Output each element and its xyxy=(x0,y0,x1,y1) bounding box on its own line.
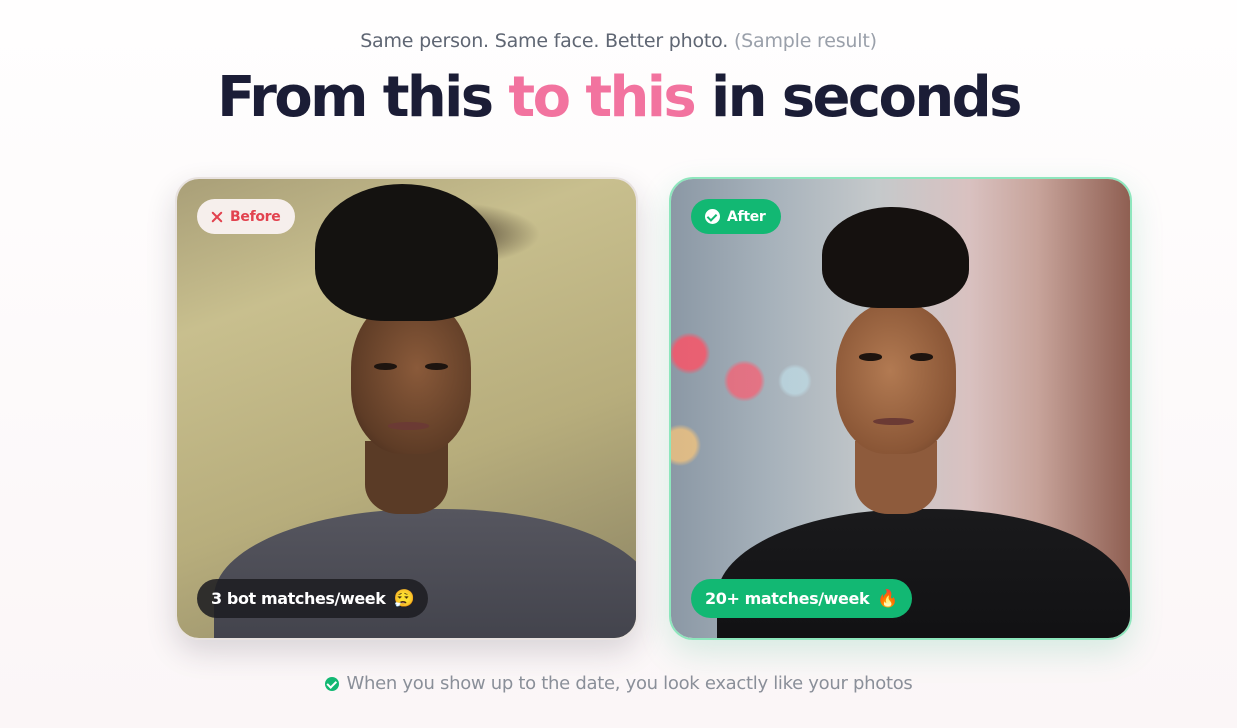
after-card: After 20+ matches/week 🔥 xyxy=(669,177,1132,640)
check-circle-icon xyxy=(705,209,720,224)
page-title: From this to this in seconds xyxy=(0,64,1237,132)
before-tag: Before xyxy=(197,199,296,234)
check-circle-icon xyxy=(324,676,339,691)
footer-note-text: When you show up to the date, you look e… xyxy=(346,673,913,694)
before-card: Before 3 bot matches/week 😮‍💨 xyxy=(175,177,638,640)
headline-part1: From this xyxy=(217,65,509,130)
before-tag-label: Before xyxy=(230,208,281,225)
subtitle-note: (Sample result) xyxy=(733,30,877,52)
fire-emoji-icon: 🔥 xyxy=(877,588,898,609)
headline-part2: in seconds xyxy=(694,65,1022,130)
before-stat-badge: 3 bot matches/week 😮‍💨 xyxy=(197,579,429,618)
after-tag: After xyxy=(691,199,781,234)
close-icon xyxy=(211,211,223,223)
subtitle: Same person. Same face. Better photo. (S… xyxy=(0,30,1237,52)
after-stat-text: 20+ matches/week xyxy=(705,589,870,608)
exhale-emoji-icon: 😮‍💨 xyxy=(393,588,415,609)
after-stat-badge: 20+ matches/week 🔥 xyxy=(691,579,912,618)
headline-highlight: to this xyxy=(508,65,696,130)
subtitle-text: Same person. Same face. Better photo. xyxy=(360,30,729,52)
after-tag-label: After xyxy=(727,208,766,225)
before-person-image xyxy=(177,179,636,638)
after-photo xyxy=(671,179,1130,638)
before-stat-text: 3 bot matches/week xyxy=(211,589,386,608)
before-photo xyxy=(177,179,636,638)
after-person-image xyxy=(671,179,1130,638)
footer-note: When you show up to the date, you look e… xyxy=(0,673,1237,694)
